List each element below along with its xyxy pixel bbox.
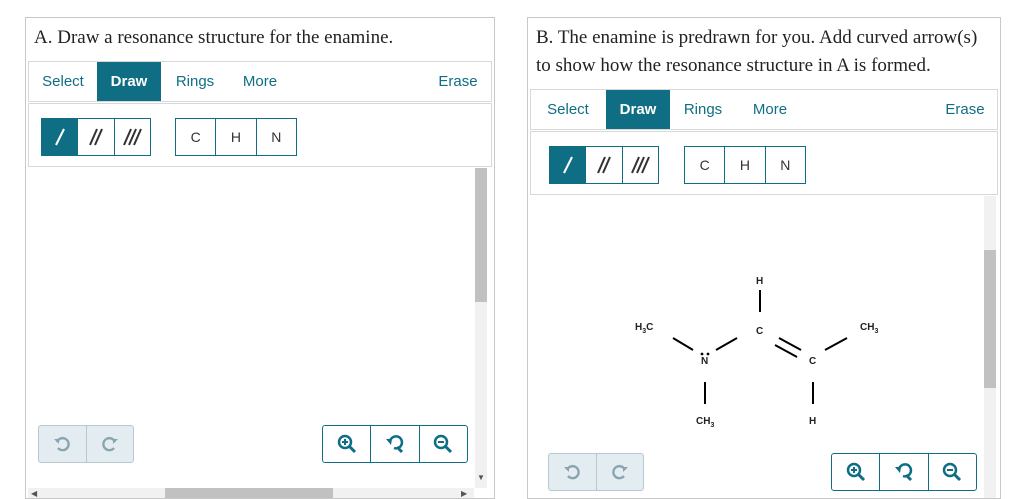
scroll-down-arrow-icon[interactable]: ▼ — [477, 472, 485, 484]
redo-icon — [612, 464, 628, 480]
zoom-out-icon — [943, 462, 962, 482]
tab-draw[interactable]: Draw — [97, 62, 161, 101]
panel-a: A. Draw a resonance structure for the en… — [25, 17, 495, 499]
vertical-scrollbar-b[interactable] — [984, 196, 996, 498]
atom-n-button[interactable]: N — [257, 119, 296, 155]
undo-redo-group — [38, 425, 134, 463]
tab-rings-b[interactable]: Rings — [672, 90, 734, 129]
atom-h-button[interactable]: H — [216, 119, 257, 155]
tab-select[interactable]: Select — [29, 62, 97, 101]
zoom-in-button-b[interactable] — [832, 454, 881, 490]
redo-icon — [102, 436, 118, 452]
atom-h-top[interactable]: H — [756, 276, 763, 287]
redo-button-b[interactable] — [597, 454, 644, 490]
bond-ch3-n[interactable] — [672, 337, 694, 351]
zoom-reset-button[interactable] — [371, 426, 420, 462]
triple-bond-button[interactable] — [115, 119, 150, 155]
bond-tool-group-b — [549, 146, 659, 184]
horizontal-scrollbar-a[interactable]: ◀ ▶ — [28, 488, 474, 498]
bond-c-ch3-right[interactable] — [824, 337, 848, 351]
panel-b-toolbar: Select Draw Rings More Erase — [530, 89, 998, 130]
atom-ch3-right[interactable]: CH3 — [860, 322, 878, 335]
panel-b-tool-row: C H N — [530, 131, 998, 195]
zoom-reset-icon — [385, 435, 404, 454]
zoom-out-button-b[interactable] — [929, 454, 976, 490]
double-bond-icon — [597, 156, 611, 174]
panel-a-prompt: A. Draw a resonance structure for the en… — [34, 27, 394, 48]
single-bond-button-b[interactable] — [550, 147, 587, 183]
atom-tool-group: C H N — [175, 118, 297, 156]
scroll-left-arrow-icon[interactable]: ◀ — [31, 488, 37, 498]
undo-redo-group-b — [548, 453, 644, 491]
vertical-scroll-thumb-a[interactable] — [475, 168, 487, 302]
vertical-scrollbar-a[interactable]: ▼ — [475, 168, 487, 488]
panel-a-tool-row: C H N — [28, 103, 492, 167]
tab-more-b[interactable]: More — [737, 90, 803, 129]
tab-more[interactable]: More — [227, 62, 293, 101]
atom-h-button-b[interactable]: H — [725, 147, 766, 183]
triple-bond-icon — [123, 128, 143, 146]
atom-h3c-left[interactable]: H3C — [635, 322, 653, 335]
atom-h-bottom[interactable]: H — [809, 416, 816, 427]
bond-n-c[interactable] — [715, 337, 738, 351]
undo-icon — [564, 464, 580, 480]
tab-rings[interactable]: Rings — [163, 62, 227, 101]
double-bond-button-b[interactable] — [586, 147, 623, 183]
triple-bond-button-b[interactable] — [623, 147, 658, 183]
atom-n-button-b[interactable]: N — [766, 147, 805, 183]
atom-c-button[interactable]: C — [176, 119, 217, 155]
lone-pair-dot — [700, 352, 704, 356]
tab-draw-b[interactable]: Draw — [606, 90, 670, 129]
atom-tool-group-b: C H N — [684, 146, 806, 184]
zoom-control-group-b — [831, 453, 977, 491]
double-bond-button[interactable] — [78, 119, 115, 155]
triple-bond-icon — [631, 156, 651, 174]
vertical-scroll-thumb-b[interactable] — [984, 250, 996, 388]
zoom-in-button[interactable] — [323, 426, 372, 462]
atom-c-right[interactable]: C — [809, 356, 816, 367]
panel-a-toolbar: Select Draw Rings More Erase — [28, 61, 492, 102]
panel-b: B. The enamine is predrawn for you. Add … — [527, 17, 1001, 499]
undo-button-b[interactable] — [549, 454, 597, 490]
double-bond-icon — [89, 128, 103, 146]
zoom-in-icon — [846, 462, 865, 482]
erase-button-b[interactable]: Erase — [933, 90, 997, 129]
zoom-out-button[interactable] — [420, 426, 467, 462]
panel-b-prompt: B. The enamine is predrawn for you. Add … — [536, 27, 978, 76]
atom-n[interactable]: N — [701, 356, 708, 367]
redo-button[interactable] — [87, 426, 134, 462]
zoom-in-icon — [337, 434, 356, 454]
undo-button[interactable] — [39, 426, 87, 462]
zoom-out-icon — [434, 434, 453, 454]
bond-tool-group — [41, 118, 151, 156]
zoom-reset-button-b[interactable] — [880, 454, 929, 490]
erase-button[interactable]: Erase — [427, 62, 489, 101]
scroll-right-arrow-icon[interactable]: ▶ — [461, 488, 467, 498]
lone-pair-dot — [706, 352, 710, 356]
single-bond-button[interactable] — [42, 119, 79, 155]
horizontal-scroll-thumb-a[interactable] — [165, 488, 333, 498]
zoom-control-group — [322, 425, 468, 463]
tab-select-b[interactable]: Select — [531, 90, 605, 129]
undo-icon — [54, 436, 70, 452]
single-bond-icon — [54, 128, 65, 146]
single-bond-icon — [562, 156, 573, 174]
zoom-reset-icon — [894, 463, 913, 482]
atom-c-center[interactable]: C — [756, 326, 763, 337]
atom-ch3-bottom[interactable]: CH3 — [696, 416, 714, 429]
atom-c-button-b[interactable]: C — [685, 147, 726, 183]
